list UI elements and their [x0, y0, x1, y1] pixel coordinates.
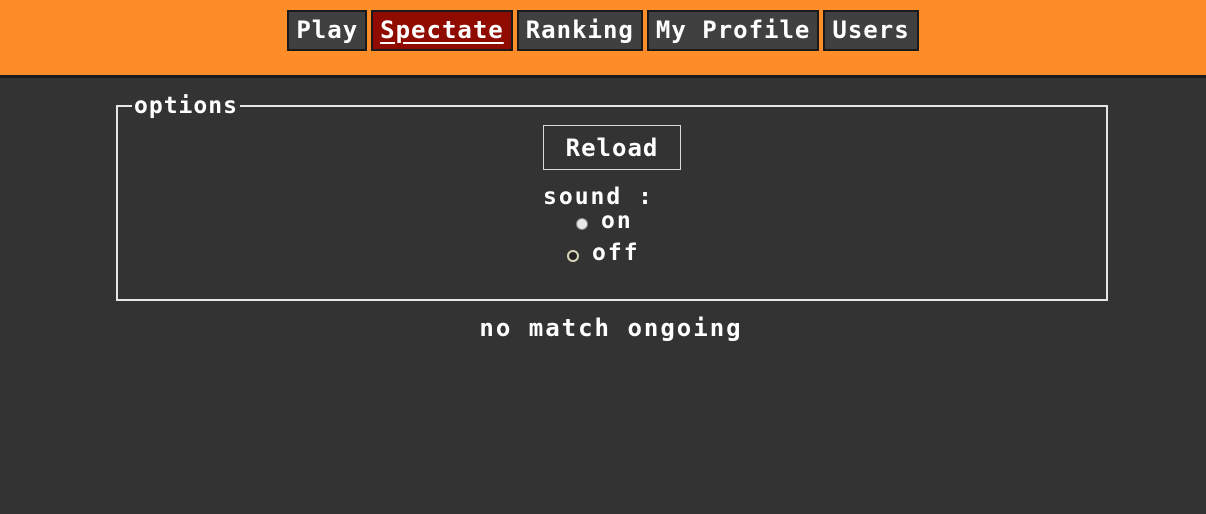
reload-button[interactable]: Reload [543, 125, 681, 170]
sound-on-radio[interactable] [576, 218, 588, 230]
match-status-message: no match ongoing [479, 314, 743, 342]
nav-play-button[interactable]: Play [287, 10, 368, 51]
main-nav: Play Spectate Ranking My Profile Users [0, 10, 1206, 51]
nav-ranking-button[interactable]: Ranking [516, 10, 643, 51]
options-legend: options [134, 93, 238, 119]
nav-spectate-button[interactable]: Spectate [371, 10, 513, 51]
top-bar: Play Spectate Ranking My Profile Users [0, 0, 1206, 78]
sound-off-option[interactable]: off [567, 240, 640, 266]
nav-my-profile-button[interactable]: My Profile [646, 10, 820, 51]
sound-label: sound : [543, 184, 654, 210]
sound-on-option[interactable]: on [576, 208, 633, 234]
sound-off-label: off [592, 240, 640, 266]
nav-users-button[interactable]: Users [823, 10, 919, 51]
sound-on-label: on [601, 208, 633, 234]
sound-off-radio[interactable] [567, 250, 579, 262]
